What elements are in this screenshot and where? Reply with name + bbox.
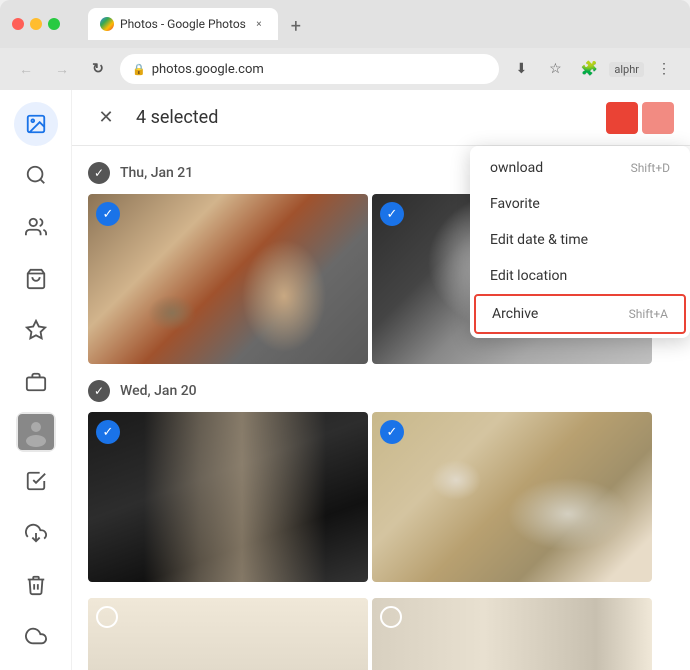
minimize-traffic-light[interactable] (30, 18, 42, 30)
sidebar-icon-archive[interactable] (14, 511, 58, 555)
browser-toolbar: ← → ↻ 🔒 photos.google.com ⬇ ☆ 🧩 alphr ⋮ (0, 48, 690, 90)
lock-icon: 🔒 (132, 63, 146, 76)
download-shortcut: Shift+D (631, 161, 670, 175)
date-check-wed[interactable]: ✓ (88, 380, 110, 402)
traffic-lights (12, 18, 60, 30)
photo-thumb-6[interactable] (372, 598, 652, 670)
date-label-thu: Thu, Jan 21 (120, 165, 193, 181)
pink-swatch[interactable] (642, 102, 674, 134)
photo-check-1: ✓ (96, 202, 120, 226)
menu-item-download[interactable]: ownload Shift+D (470, 150, 690, 186)
toolbar-actions: ⬇ ☆ 🧩 alphr ⋮ (507, 55, 678, 83)
tab-favicon (100, 17, 114, 31)
more-menu-button[interactable]: ⋮ (650, 55, 678, 83)
close-selection-button[interactable]: ✕ (88, 100, 124, 136)
sidebar-icon-search[interactable] (14, 154, 58, 198)
address-text: photos.google.com (152, 62, 264, 77)
archive-label: Archive (492, 306, 538, 322)
maximize-traffic-light[interactable] (48, 18, 60, 30)
sidebar-icon-utilities[interactable] (14, 460, 58, 504)
browser-titlebar: Photos - Google Photos × + (0, 0, 690, 48)
tab-bar: Photos - Google Photos × + (76, 8, 678, 40)
refresh-button[interactable]: ↻ (84, 55, 112, 83)
context-menu: ownload Shift+D Favorite Edit date & tim… (470, 146, 690, 338)
extensions-button[interactable]: 🧩 (575, 55, 603, 83)
date-header-wed: ✓ Wed, Jan 20 (88, 380, 674, 402)
photo-thumb-3[interactable]: ✓ (88, 412, 368, 582)
tab-close-button[interactable]: × (252, 17, 266, 31)
photo-uncheck-5 (96, 606, 118, 628)
photo-check-4: ✓ (380, 420, 404, 444)
favorite-label: Favorite (490, 196, 540, 212)
red-swatch[interactable] (606, 102, 638, 134)
active-tab[interactable]: Photos - Google Photos × (88, 8, 278, 40)
date-section-wed: ✓ Wed, Jan 20 ✓ ✓ (88, 380, 674, 582)
photo-check-3: ✓ (96, 420, 120, 444)
download-button[interactable]: ⬇ (507, 55, 535, 83)
menu-item-edit-date[interactable]: Edit date & time (470, 222, 690, 258)
date-label-wed: Wed, Jan 20 (120, 383, 197, 399)
photos-row-partial (88, 598, 674, 670)
address-bar[interactable]: 🔒 photos.google.com (120, 54, 499, 84)
tab-title: Photos - Google Photos (120, 17, 246, 31)
selection-count: 4 selected (136, 107, 594, 128)
alphr-extension[interactable]: alphr (609, 62, 644, 77)
menu-item-archive[interactable]: Archive Shift+A (474, 294, 686, 334)
back-button[interactable]: ← (12, 55, 40, 83)
top-bar: ✕ 4 selected (72, 90, 690, 146)
photo-check-2: ✓ (380, 202, 404, 226)
top-bar-actions (606, 102, 674, 134)
sidebar-icon-photos[interactable] (14, 102, 58, 146)
page-content: ✕ 4 selected ✓ Thu, Jan 21 ✓ (0, 90, 690, 670)
new-tab-button[interactable]: + (282, 12, 310, 40)
sidebar-icon-shop[interactable] (14, 257, 58, 301)
photo-uncheck-6 (380, 606, 402, 628)
archive-shortcut: Shift+A (629, 307, 668, 321)
menu-item-edit-location[interactable]: Edit location (470, 258, 690, 294)
sidebar-icon-albums[interactable] (14, 360, 58, 404)
sidebar-icon-favorites[interactable] (14, 309, 58, 353)
edit-location-label: Edit location (490, 268, 567, 284)
photo-thumb-5[interactable] (88, 598, 368, 670)
main-content: ✕ 4 selected ✓ Thu, Jan 21 ✓ (72, 90, 690, 670)
sidebar-icon-people[interactable] (14, 205, 58, 249)
date-check-thu[interactable]: ✓ (88, 162, 110, 184)
forward-button[interactable]: → (48, 55, 76, 83)
sidebar-icon-cloud[interactable] (14, 614, 58, 658)
sidebar-icon-trash[interactable] (14, 563, 58, 607)
photo-thumb-1[interactable]: ✓ (88, 194, 368, 364)
sidebar (0, 90, 72, 670)
close-traffic-light[interactable] (12, 18, 24, 30)
bookmark-button[interactable]: ☆ (541, 55, 569, 83)
download-label: ownload (490, 160, 543, 176)
edit-date-label: Edit date & time (490, 232, 588, 248)
browser-chrome: Photos - Google Photos × + ← → ↻ 🔒 photo… (0, 0, 690, 90)
photos-row-wed: ✓ ✓ (88, 412, 674, 582)
photo-thumb-4[interactable]: ✓ (372, 412, 652, 582)
menu-item-favorite[interactable]: Favorite (470, 186, 690, 222)
sidebar-icon-photo[interactable] (16, 412, 56, 452)
